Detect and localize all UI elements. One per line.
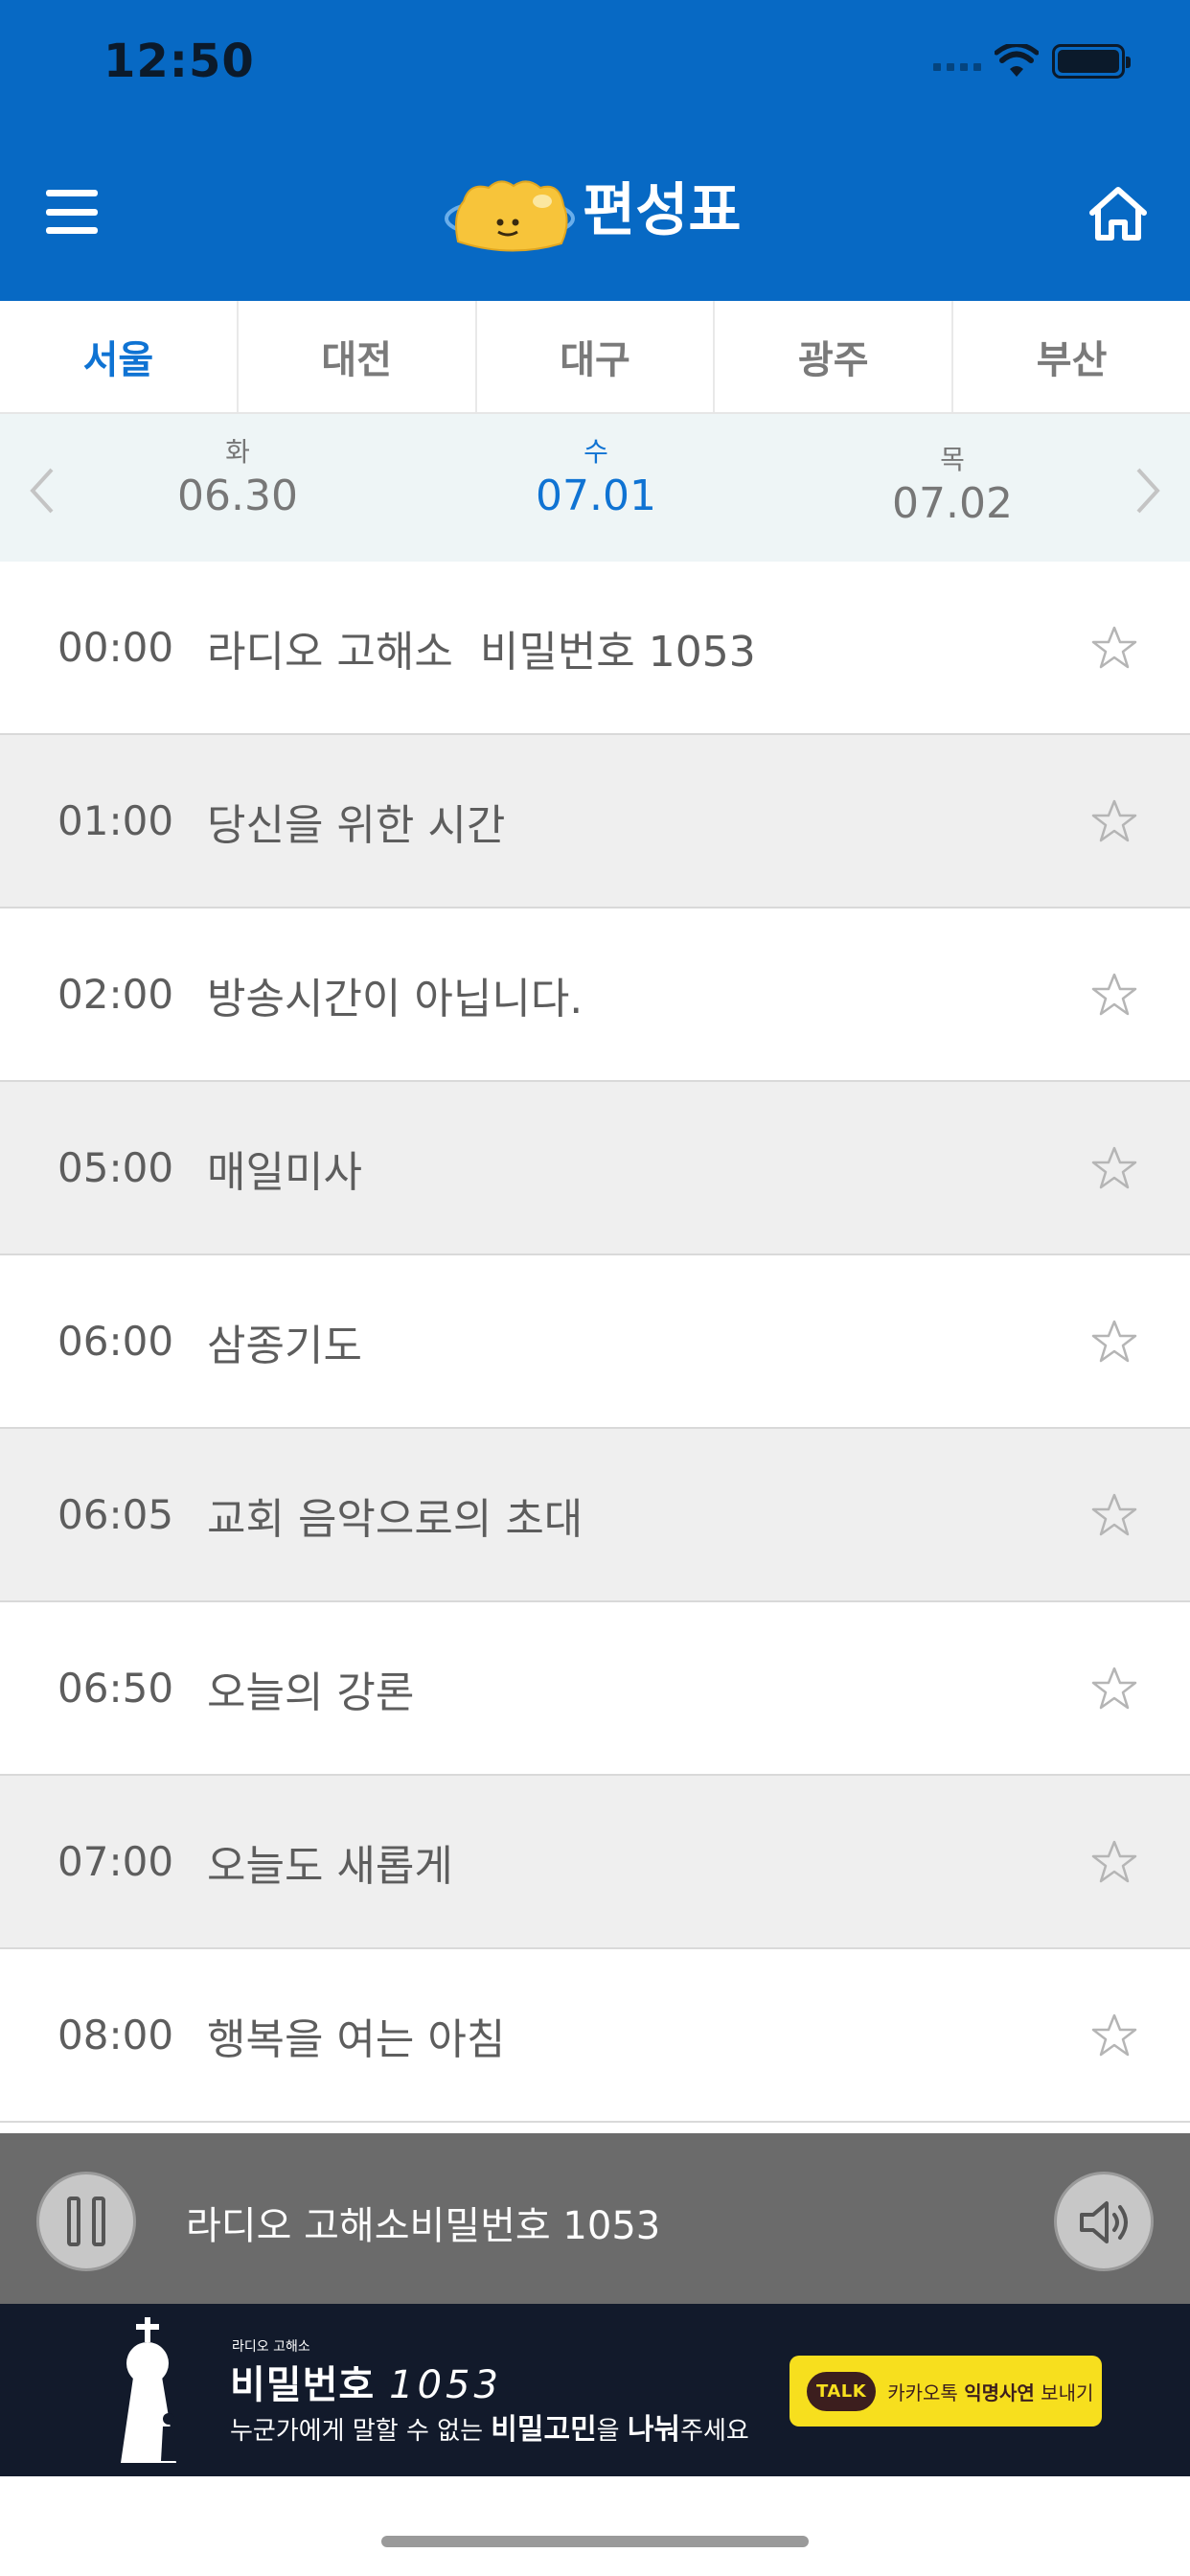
program-time: 01:00	[57, 797, 174, 844]
chevron-left-icon[interactable]	[23, 464, 61, 518]
kakao-talk-label: 카카오톡 익명사연 보내기	[887, 2380, 1094, 2404]
star-outline-icon[interactable]	[1090, 1319, 1138, 1365]
star-outline-icon[interactable]	[1090, 625, 1138, 671]
pause-icon	[67, 2196, 80, 2246]
program-title: 오늘의 강론	[207, 1668, 415, 1717]
schedule-row[interactable]: 00:00 라디오 고해소 비밀번호 1053	[0, 562, 1190, 735]
program-time: 08:00	[57, 2012, 174, 2058]
logo-icon	[445, 180, 575, 252]
schedule-row[interactable]: 02:00 방송시간이 아닙니다.	[0, 908, 1190, 1082]
program-time: 02:00	[57, 971, 174, 1018]
home-indicator[interactable]	[381, 2536, 809, 2547]
date-current[interactable]: 수 07.01	[491, 435, 701, 523]
tab-daegu[interactable]: 대구	[477, 301, 716, 412]
volume-button[interactable]	[1054, 2172, 1154, 2271]
program-title: 라디오 고해소 비밀번호 1053	[207, 627, 756, 677]
program-time: 06:05	[57, 1491, 174, 1538]
chevron-right-icon[interactable]	[1129, 464, 1167, 518]
star-outline-icon[interactable]	[1090, 1492, 1138, 1538]
program-time: 07:00	[57, 1838, 174, 1885]
kakao-talk-icon: TALK	[807, 2371, 877, 2411]
date-value: 07.01	[536, 472, 656, 520]
star-outline-icon[interactable]	[1090, 1666, 1138, 1712]
date-value: 06.30	[177, 472, 298, 520]
tab-daejeon[interactable]: 대전	[239, 301, 477, 412]
program-time: 00:00	[57, 624, 174, 671]
speaker-icon	[1080, 2201, 1128, 2243]
hamburger-menu-icon[interactable]	[46, 190, 98, 234]
cellular-signal-icon	[933, 52, 981, 71]
tab-gwangju[interactable]: 광주	[715, 301, 954, 412]
date-prev[interactable]: 화 06.30	[132, 435, 343, 523]
tab-seoul[interactable]: 서울	[0, 301, 239, 412]
banner-small-label: 라디오 고해소	[232, 2339, 310, 2355]
status-icons	[933, 42, 1131, 80]
date-weekday: 목	[940, 444, 965, 475]
pause-button[interactable]	[36, 2172, 136, 2271]
keyhole-cross-icon	[121, 2317, 176, 2463]
kakao-talk-button[interactable]: TALK 카카오톡 익명사연 보내기	[790, 2356, 1102, 2426]
tab-busan[interactable]: 부산	[953, 301, 1190, 412]
home-icon[interactable]	[1087, 184, 1150, 243]
program-title: 교회 음악으로의 초대	[207, 1494, 584, 1544]
battery-icon	[1052, 44, 1131, 79]
star-outline-icon[interactable]	[1090, 1145, 1138, 1191]
schedule-row[interactable]: 01:00 당신을 위한 시간	[0, 735, 1190, 908]
status-time: 12:50	[103, 34, 255, 88]
schedule-list: 00:00 라디오 고해소 비밀번호 1053 01:00 당신을 위한 시간 …	[0, 562, 1190, 2123]
program-title: 방송시간이 아닙니다.	[207, 974, 584, 1024]
program-time: 06:00	[57, 1318, 174, 1365]
banner-headline: 비밀번호 1053	[230, 2363, 502, 2407]
ad-banner[interactable]: 라디오 고해소 비밀번호 1053 누군가에게 말할 수 없는 비밀고민을 나눠…	[0, 2304, 1190, 2476]
star-outline-icon[interactable]	[1090, 972, 1138, 1018]
page-title: 편성표	[583, 177, 742, 244]
date-weekday: 수	[584, 436, 608, 468]
schedule-row[interactable]: 08:00 행복을 여는 아침	[0, 1949, 1190, 2123]
star-outline-icon[interactable]	[1090, 2012, 1138, 2058]
schedule-row[interactable]: 06:05 교회 음악으로의 초대	[0, 1429, 1190, 1602]
program-title: 행복을 여는 아침	[207, 2014, 506, 2064]
program-title: 당신을 위한 시간	[207, 800, 506, 850]
program-time: 06:50	[57, 1665, 174, 1712]
now-playing-title: 라디오 고해소비밀번호 1053	[186, 2204, 661, 2248]
program-title: 삼종기도	[207, 1321, 362, 1370]
date-weekday: 화	[225, 436, 250, 468]
schedule-row[interactable]: 07:00 오늘도 새롭게	[0, 1776, 1190, 1949]
app-header: 12:50 편성표	[0, 0, 1190, 301]
schedule-row[interactable]: 06:00 삼종기도	[0, 1255, 1190, 1429]
date-selector: 화 06.30 수 07.01 목 07.02	[0, 414, 1190, 562]
program-title: 오늘도 새롭게	[207, 1841, 453, 1891]
star-outline-icon[interactable]	[1090, 798, 1138, 844]
star-outline-icon[interactable]	[1090, 1839, 1138, 1885]
program-title: 매일미사	[207, 1147, 362, 1197]
region-tabs: 서울 대전 대구 광주 부산	[0, 301, 1190, 414]
schedule-row[interactable]: 05:00 매일미사	[0, 1082, 1190, 1255]
wifi-icon	[995, 44, 1039, 77]
banner-subtext: 누군가에게 말할 수 없는 비밀고민을 나눠주세요	[230, 2413, 749, 2447]
date-value: 07.02	[892, 479, 1013, 528]
schedule-row[interactable]: 06:50 오늘의 강론	[0, 1602, 1190, 1776]
banner-number: 1053	[389, 2363, 502, 2407]
program-time: 05:00	[57, 1144, 174, 1191]
audio-player: 라디오 고해소비밀번호 1053	[0, 2133, 1190, 2304]
date-next[interactable]: 목 07.02	[847, 443, 1058, 531]
